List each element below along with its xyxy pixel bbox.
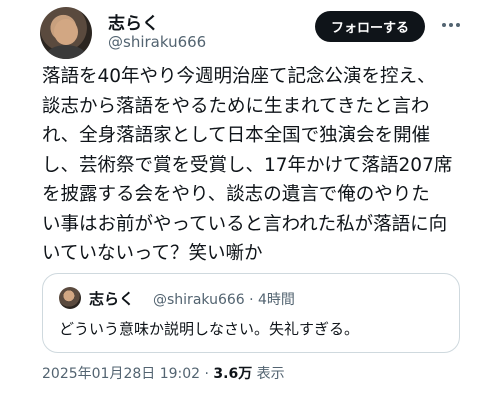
tweet: 志らく @shiraku666 フォローする 落語を40年やり今週明治座て記念公… bbox=[0, 0, 500, 393]
more-options-icon[interactable] bbox=[438, 12, 464, 38]
quoted-tweet[interactable]: 志らく @shiraku666 · 4時間 どういう意味か説明しなさい。失礼すぎ… bbox=[42, 273, 460, 353]
author-name[interactable]: 志らく bbox=[108, 9, 159, 34]
author-avatar[interactable] bbox=[40, 7, 92, 59]
follow-button[interactable]: フォローする bbox=[315, 11, 425, 42]
avatar-face bbox=[54, 19, 78, 45]
avatar-shirt bbox=[46, 45, 86, 59]
quoted-author-name: 志らく bbox=[89, 290, 135, 308]
quoted-author-avatar bbox=[59, 287, 81, 309]
author-handle[interactable]: @shiraku666 bbox=[108, 33, 206, 51]
post-datetime[interactable]: 2025年01月28日 19:02 · bbox=[42, 366, 213, 382]
tweet-text: 落語を40年やり今週明治座て記念公演を控え、 談志から落語をやるために生まれてき… bbox=[42, 66, 453, 264]
quoted-tweet-text: どういう意味か説明しなさい。失礼すぎる。 bbox=[59, 320, 360, 338]
tweet-meta: 2025年01月28日 19:02 · 3.6万 表示 bbox=[42, 363, 285, 383]
view-label: 表示 bbox=[252, 366, 285, 382]
view-count: 3.6万 bbox=[213, 366, 253, 382]
quoted-handle-time: @shiraku666 · 4時間 bbox=[153, 292, 295, 308]
